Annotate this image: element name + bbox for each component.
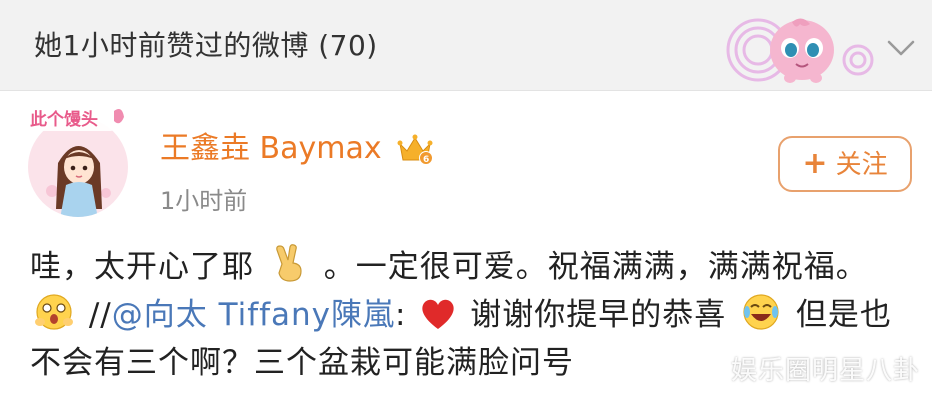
header-bar: 她1小时前赞过的微博 (70)	[0, 0, 932, 91]
chevron-down-icon[interactable]	[884, 32, 918, 62]
heart-emoji-icon	[422, 299, 454, 329]
avatar[interactable]: 此个馒头	[22, 101, 134, 219]
post-text-segment: //	[88, 297, 112, 333]
post-card: 此个馒头 王鑫垚 Baymax 6 1小时前 + 关注 哇，太开心了耶 。一定很可…	[0, 91, 932, 405]
post-text-segment: :	[395, 297, 407, 333]
watermark: 娱乐圈明星八卦	[730, 356, 920, 386]
post-timestamp: 1小时前	[160, 187, 248, 215]
page-title: 她1小时前赞过的微博 (70)	[34, 29, 378, 62]
svg-text:6: 6	[423, 155, 429, 165]
jigglypuff-sticker-icon	[726, 18, 874, 83]
avatar-badge-text: 此个馒头	[30, 109, 98, 130]
follow-button[interactable]: + 关注	[778, 136, 912, 192]
laughing-tears-emoji-icon	[743, 294, 779, 330]
excited-face-emoji-icon	[35, 294, 73, 330]
mention-link[interactable]: @向太 Tiffany陳嵐	[112, 297, 395, 333]
follow-button-label: 关注	[835, 150, 888, 180]
victory-hand-emoji-icon	[276, 244, 302, 282]
username-link[interactable]: 王鑫垚 Baymax	[160, 129, 382, 169]
post-text-segment: 。一定很可爱。祝福满满，满满祝福。	[323, 249, 868, 285]
post-text-segment: 谢谢你提早的恭喜	[470, 297, 727, 333]
plus-icon: +	[802, 146, 828, 181]
post-text-segment: 哇，太开心了耶	[30, 249, 254, 285]
crown-badge-icon[interactable]: 6	[397, 132, 433, 166]
